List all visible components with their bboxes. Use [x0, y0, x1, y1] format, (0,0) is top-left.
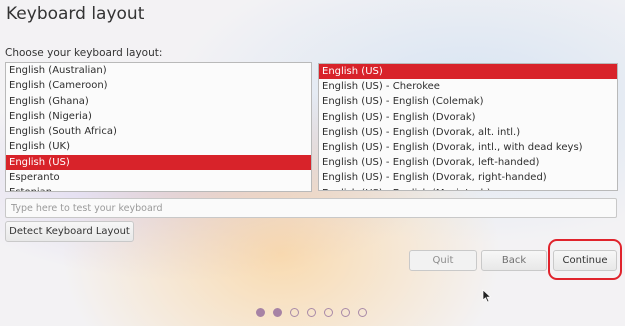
keyboard-variant-list[interactable]: English (US) English (US) - Cherokee Engli…: [318, 63, 618, 191]
layout-list-item[interactable]: English (Cameroon): [6, 78, 311, 93]
layout-list-item[interactable]: English (UK): [6, 139, 311, 154]
variant-list-item[interactable]: English (US) - English (Colemak): [319, 94, 617, 109]
layout-list-item[interactable]: English (Nigeria): [6, 109, 311, 124]
progress-dot: [341, 308, 350, 317]
progress-dot: [307, 308, 316, 317]
variant-list-item[interactable]: English (US) - English (Dvorak, intl., w…: [319, 140, 617, 155]
variant-list-item[interactable]: English (US) - English (Macintosh): [319, 186, 617, 191]
keyboard-layout-list[interactable]: English (Australian) English (Cameroon) En…: [5, 62, 312, 192]
variant-list-item[interactable]: English (US) - English (Dvorak, alt. int…: [319, 125, 617, 140]
layout-list-item[interactable]: Esperanto: [6, 170, 311, 185]
progress-indicator: [256, 308, 367, 320]
progress-dot: [324, 308, 333, 317]
back-button[interactable]: Back: [481, 250, 547, 271]
layout-list-item[interactable]: English (US): [6, 154, 311, 171]
variant-list-item[interactable]: English (US): [319, 64, 617, 80]
keyboard-test-input[interactable]: [5, 198, 617, 218]
variant-list-item[interactable]: English (US) - Cherokee: [319, 79, 617, 94]
detect-keyboard-layout-button[interactable]: Detect Keyboard Layout: [5, 221, 134, 242]
layout-list-item[interactable]: English (Ghana): [6, 94, 311, 109]
progress-dot: [273, 308, 282, 317]
progress-dot: [358, 308, 367, 317]
quit-button[interactable]: Quit: [409, 250, 477, 271]
continue-button[interactable]: Continue: [553, 250, 617, 271]
page-title: Keyboard layout: [6, 4, 145, 24]
layout-list-item[interactable]: English (South Africa): [6, 124, 311, 139]
progress-dot: [290, 308, 299, 317]
variant-list-item[interactable]: English (US) - English (Dvorak, right-ha…: [319, 170, 617, 185]
layout-list-item[interactable]: English (Australian): [6, 63, 311, 78]
layout-list-item[interactable]: Estonian: [6, 185, 311, 191]
layout-prompt: Choose your keyboard layout:: [5, 47, 163, 59]
mouse-cursor-icon: [482, 289, 492, 303]
variant-list-item[interactable]: English (US) - English (Dvorak): [319, 110, 617, 125]
progress-dot: [256, 308, 265, 317]
variant-list-item[interactable]: English (US) - English (Dvorak, left-han…: [319, 155, 617, 170]
